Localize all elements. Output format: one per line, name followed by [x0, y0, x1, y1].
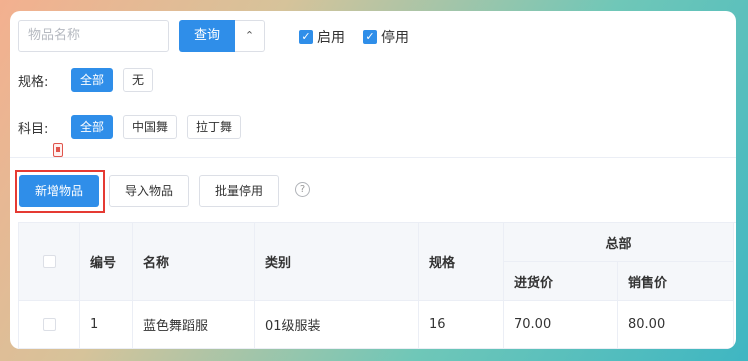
disabled-label: 停用	[381, 30, 409, 46]
table-cell: 1	[80, 301, 133, 349]
batch-disable-button[interactable]: 批量停用	[199, 175, 279, 207]
select-all-checkbox[interactable]	[42, 255, 56, 268]
subject-option-chinese-dance[interactable]: 中国舞	[123, 115, 178, 139]
spec-option-none[interactable]: 无	[123, 68, 154, 92]
subject-option-latin-dance[interactable]: 拉丁舞	[187, 115, 242, 139]
add-item-button[interactable]: 新增物品	[19, 175, 99, 207]
query-button[interactable]: 查询	[179, 20, 235, 52]
subject-label: 科目:	[18, 122, 49, 137]
bookmark-icon	[53, 143, 63, 157]
table-cell: 16	[419, 301, 504, 349]
help-icon[interactable]: ?	[295, 182, 310, 197]
select-all-cell	[19, 223, 80, 301]
column-header: 名称	[133, 223, 255, 301]
table-cell: 80.00	[618, 301, 734, 349]
main-panel: 物品名称 查询 ⌃ ✓ 启用 ✓ 停用 规格: 全部 无 科目: 全部 中国舞 …	[10, 11, 736, 349]
check-icon: ✓	[299, 30, 313, 44]
table-cell: 70.00	[504, 301, 618, 349]
group-header: 总部	[504, 223, 734, 262]
spec-label: 规格:	[18, 75, 49, 90]
items-table: 编号 名称 类别 规格 总部 进货价 销售价 1 蓝色舞蹈服 01级服装 16 …	[18, 222, 736, 349]
table-cell: 01级服装	[255, 301, 419, 349]
enabled-checkbox[interactable]: ✓ 启用	[299, 27, 345, 47]
column-header: 规格	[419, 223, 504, 301]
enabled-label: 启用	[317, 30, 345, 46]
spec-option-all[interactable]: 全部	[71, 68, 114, 92]
sub-column-header: 进货价	[504, 262, 618, 301]
row-checkbox[interactable]	[42, 318, 56, 331]
table-cell: 蓝色舞蹈服	[133, 301, 255, 349]
sub-column-header: 销售价	[618, 262, 734, 301]
subject-option-all[interactable]: 全部	[71, 115, 114, 139]
disabled-checkbox[interactable]: ✓ 停用	[363, 27, 409, 47]
search-input[interactable]: 物品名称	[18, 20, 169, 52]
chevrons-up-icon[interactable]: ⌃	[235, 20, 265, 52]
column-header: 编号	[80, 223, 133, 301]
import-items-button[interactable]: 导入物品	[109, 175, 189, 207]
divider	[10, 157, 736, 158]
check-icon: ✓	[363, 30, 377, 44]
row-select-cell	[19, 301, 80, 349]
column-header: 类别	[255, 223, 419, 301]
